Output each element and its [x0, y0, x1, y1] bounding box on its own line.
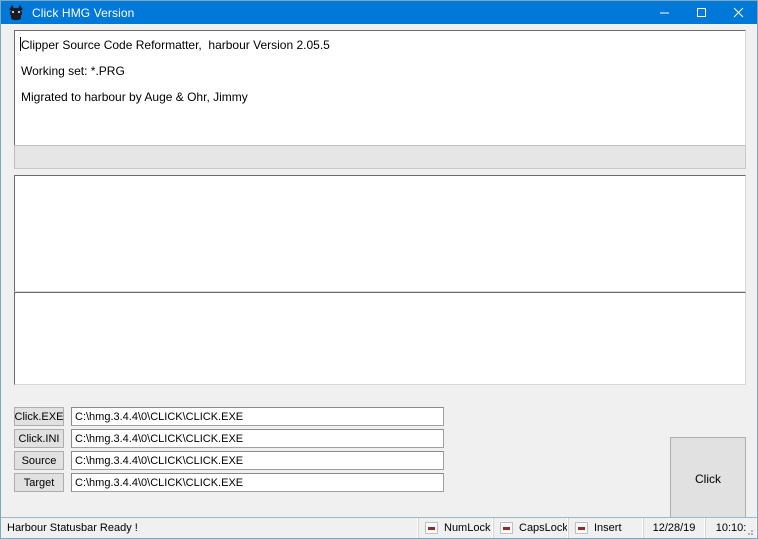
capslock-indicator-icon: [500, 522, 513, 534]
capslock-label: CapsLock: [519, 522, 568, 534]
window-controls: [646, 1, 757, 24]
field-row: Click.INI: [14, 429, 444, 448]
minimize-icon: [660, 12, 669, 14]
click-action-button[interactable]: Click: [670, 437, 746, 520]
status-message: Harbour Statusbar Ready !: [1, 518, 418, 538]
click-ini-input[interactable]: [71, 429, 444, 448]
status-insert: Insert: [568, 518, 643, 538]
path-fields-group: Click.EXE Click.INI Source Target: [14, 407, 444, 495]
output-line: Working set: *.PRG: [21, 64, 125, 78]
client-area: Clipper Source Code Reformatter, harbour…: [1, 24, 757, 520]
status-capslock: CapsLock: [493, 518, 568, 538]
source-button[interactable]: Source: [14, 451, 64, 470]
output-text-panel[interactable]: Clipper Source Code Reformatter, harbour…: [14, 30, 746, 146]
target-button[interactable]: Target: [14, 473, 64, 492]
window-title: Click HMG Version: [32, 5, 135, 20]
text-caret: [20, 37, 21, 51]
click-exe-button[interactable]: Click.EXE: [14, 407, 64, 426]
bottom-text-panel[interactable]: [14, 292, 746, 385]
output-line: Clipper Source Code Reformatter, harbour…: [21, 38, 330, 52]
title-bar: Click HMG Version: [1, 1, 757, 24]
status-numlock: NumLock: [418, 518, 493, 538]
resize-grip[interactable]: [744, 526, 754, 536]
insert-indicator-icon: [575, 522, 588, 534]
output-line: Migrated to harbour by Auge & Ohr, Jimmy: [21, 90, 248, 104]
status-bar: Harbour Statusbar Ready ! NumLock CapsLo…: [1, 517, 757, 538]
field-row: Click.EXE: [14, 407, 444, 426]
middle-text-panel[interactable]: [14, 175, 746, 292]
maximize-icon: [697, 8, 706, 17]
minimize-button[interactable]: [646, 1, 683, 24]
target-input[interactable]: [71, 473, 444, 492]
click-ini-button[interactable]: Click.INI: [14, 429, 64, 448]
field-row: Source: [14, 451, 444, 470]
close-icon: [733, 7, 744, 18]
insert-label: Insert: [594, 522, 622, 534]
numlock-label: NumLock: [444, 522, 491, 534]
field-row: Target: [14, 473, 444, 492]
close-button[interactable]: [720, 1, 757, 24]
app-dog-icon: [8, 4, 24, 21]
application-window: Click HMG Version Clipper Source Code Re…: [0, 0, 758, 539]
status-date: 12/28/19: [643, 518, 705, 538]
numlock-indicator-icon: [425, 522, 438, 534]
progress-bar: [14, 145, 746, 169]
maximize-button[interactable]: [683, 1, 720, 24]
source-input[interactable]: [71, 451, 444, 470]
click-exe-input[interactable]: [71, 407, 444, 426]
